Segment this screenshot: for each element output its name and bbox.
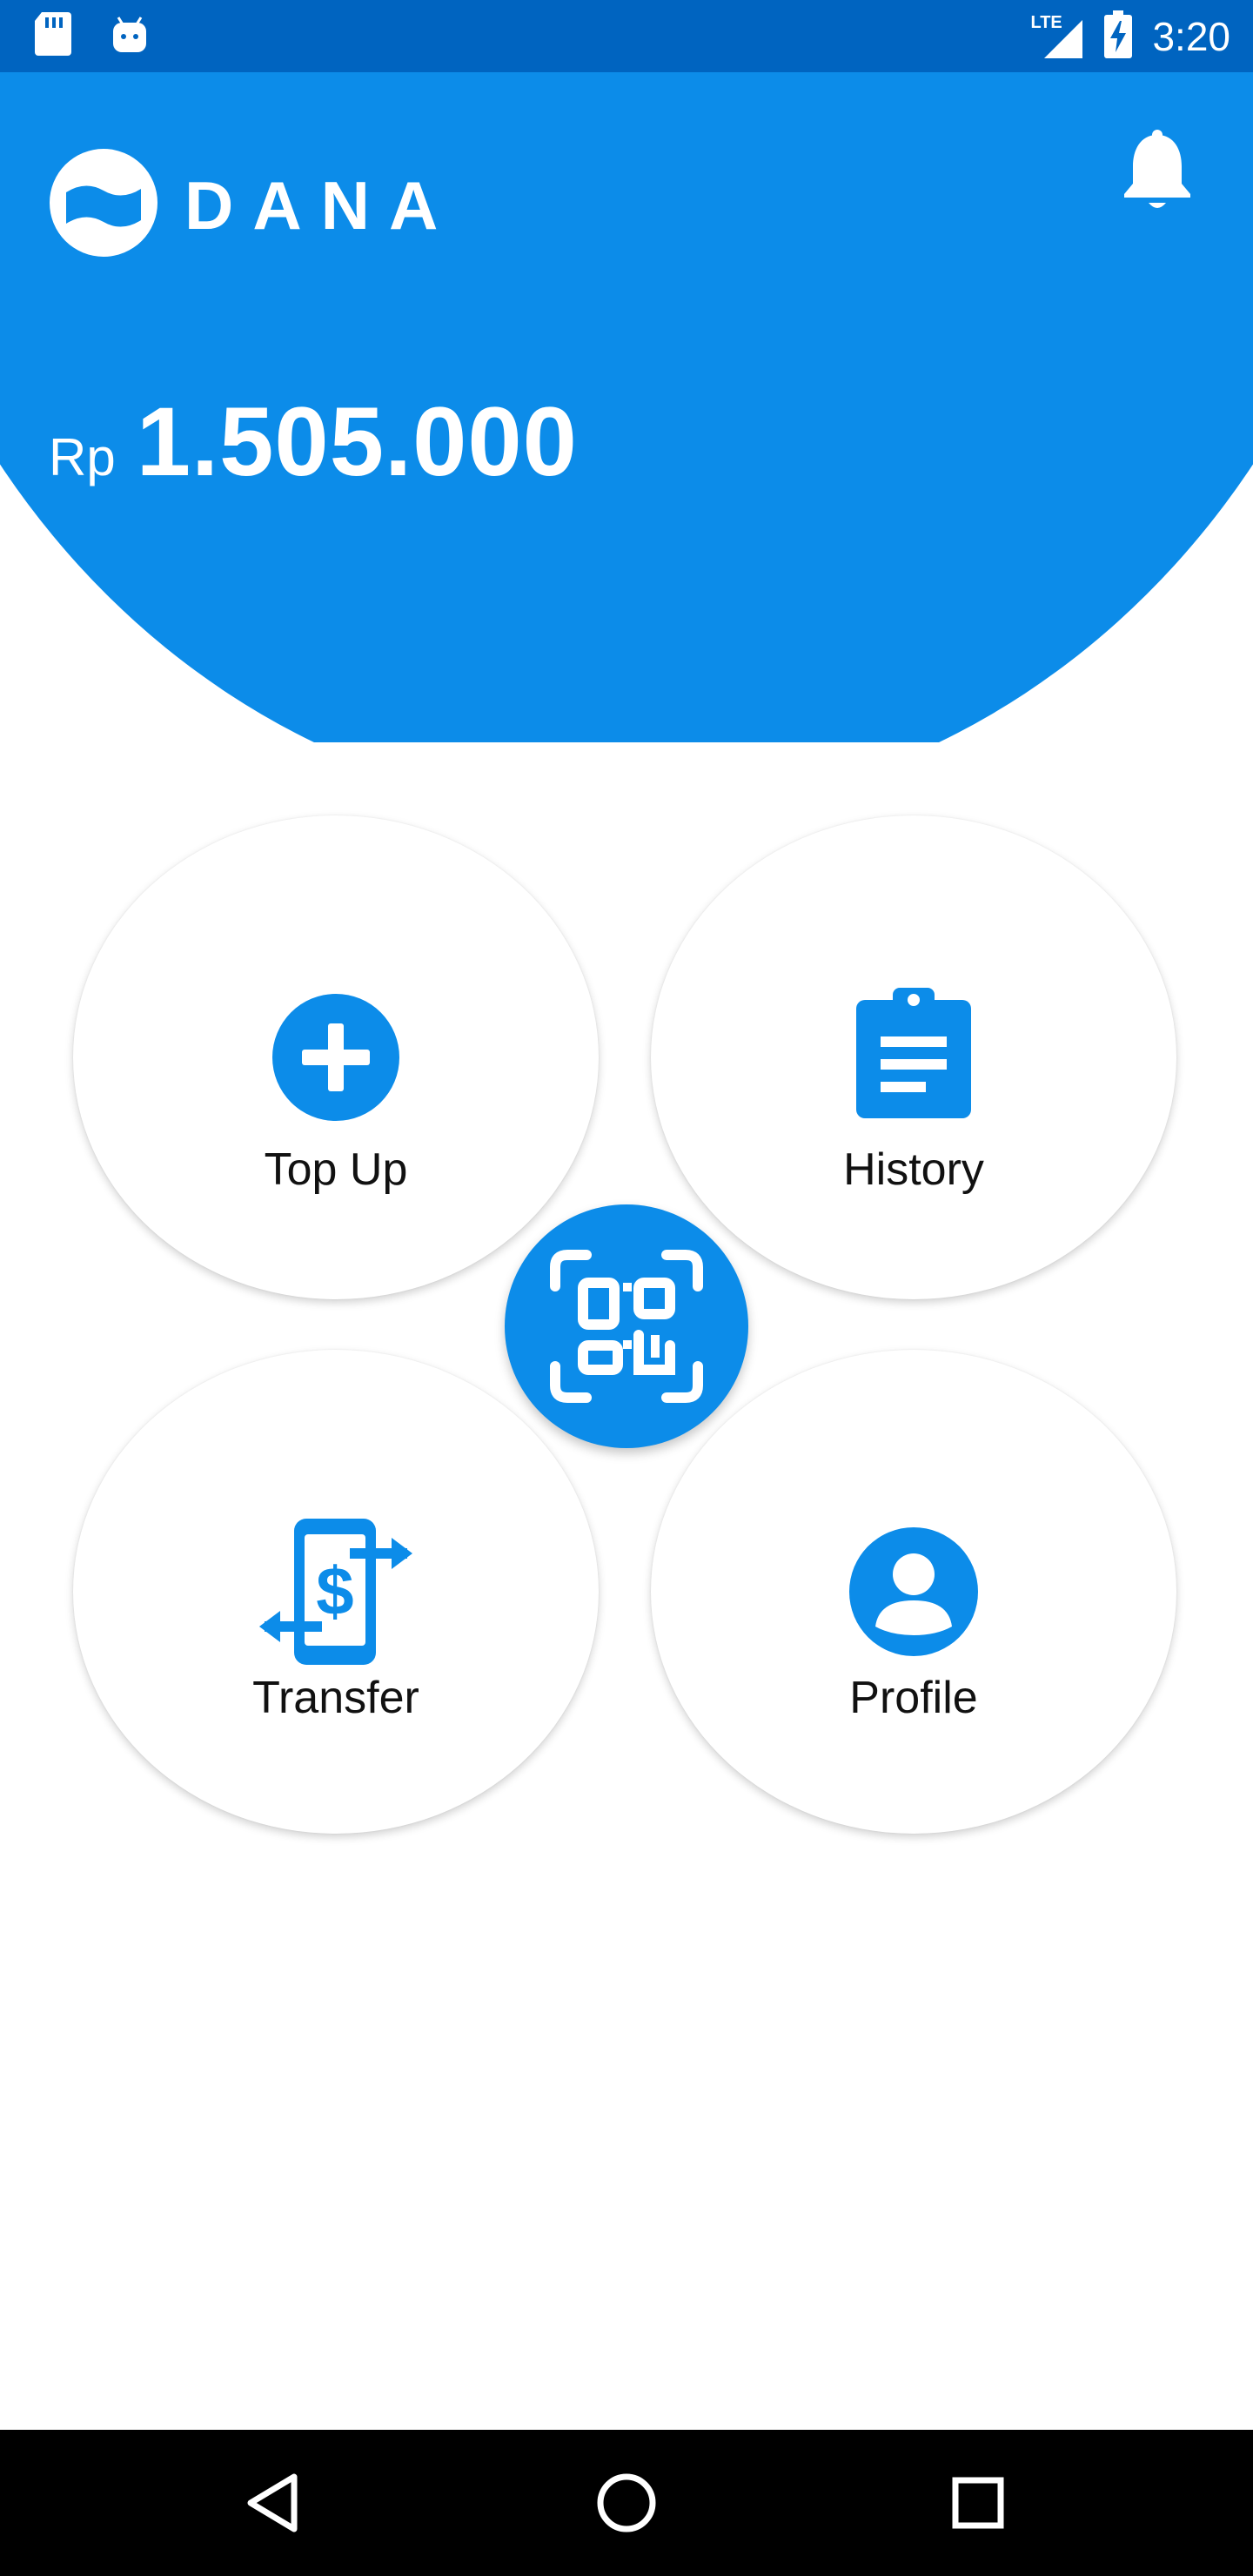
status-right-icons: LTE 3:20 [1030, 9, 1230, 64]
clipboard-icon [856, 988, 971, 1123]
battery-charging-icon [1103, 10, 1133, 64]
android-icon [111, 12, 148, 60]
qr-scan-button[interactable] [505, 1204, 748, 1448]
balance-currency: Rp [49, 428, 116, 486]
qr-scan-icon [550, 1250, 703, 1403]
transfer-money-icon: $ [259, 1515, 412, 1673]
signal-icon: LTE [1030, 13, 1084, 60]
recents-icon [952, 2477, 1004, 2529]
home-icon [597, 2473, 656, 2532]
history-button[interactable]: History [651, 815, 1176, 1299]
brand-name: DANA [184, 166, 458, 244]
back-icon [247, 2473, 298, 2532]
recents-button[interactable] [935, 2459, 1022, 2546]
profile-icon [849, 1527, 978, 1660]
transfer-button[interactable]: $ Transfer [73, 1350, 599, 1834]
brand-logo: DANA [47, 149, 457, 261]
navigation-bar [0, 2430, 1253, 2576]
svg-text:$: $ [316, 1553, 353, 1629]
top-up-label: Top Up [264, 1144, 408, 1195]
bell-icon[interactable] [1122, 130, 1192, 213]
home-button[interactable] [583, 2459, 670, 2546]
status-left-icons [33, 10, 148, 62]
plus-circle-icon [272, 994, 399, 1125]
balance: Rp 1.505.000 [49, 386, 578, 498]
balance-amount: 1.505.000 [136, 387, 578, 496]
status-bar: LTE 3:20 [0, 0, 1253, 72]
sd-card-icon [33, 10, 73, 62]
profile-button[interactable]: Profile [651, 1350, 1176, 1834]
history-label: History [843, 1144, 984, 1195]
header: DANA Rp 1.505.000 [0, 72, 1253, 742]
status-time: 3:20 [1152, 14, 1230, 59]
transfer-label: Transfer [252, 1673, 419, 1723]
profile-label: Profile [849, 1673, 978, 1723]
dana-logo-icon [47, 149, 160, 261]
back-button[interactable] [231, 2459, 318, 2546]
top-up-button[interactable]: Top Up [73, 815, 599, 1299]
